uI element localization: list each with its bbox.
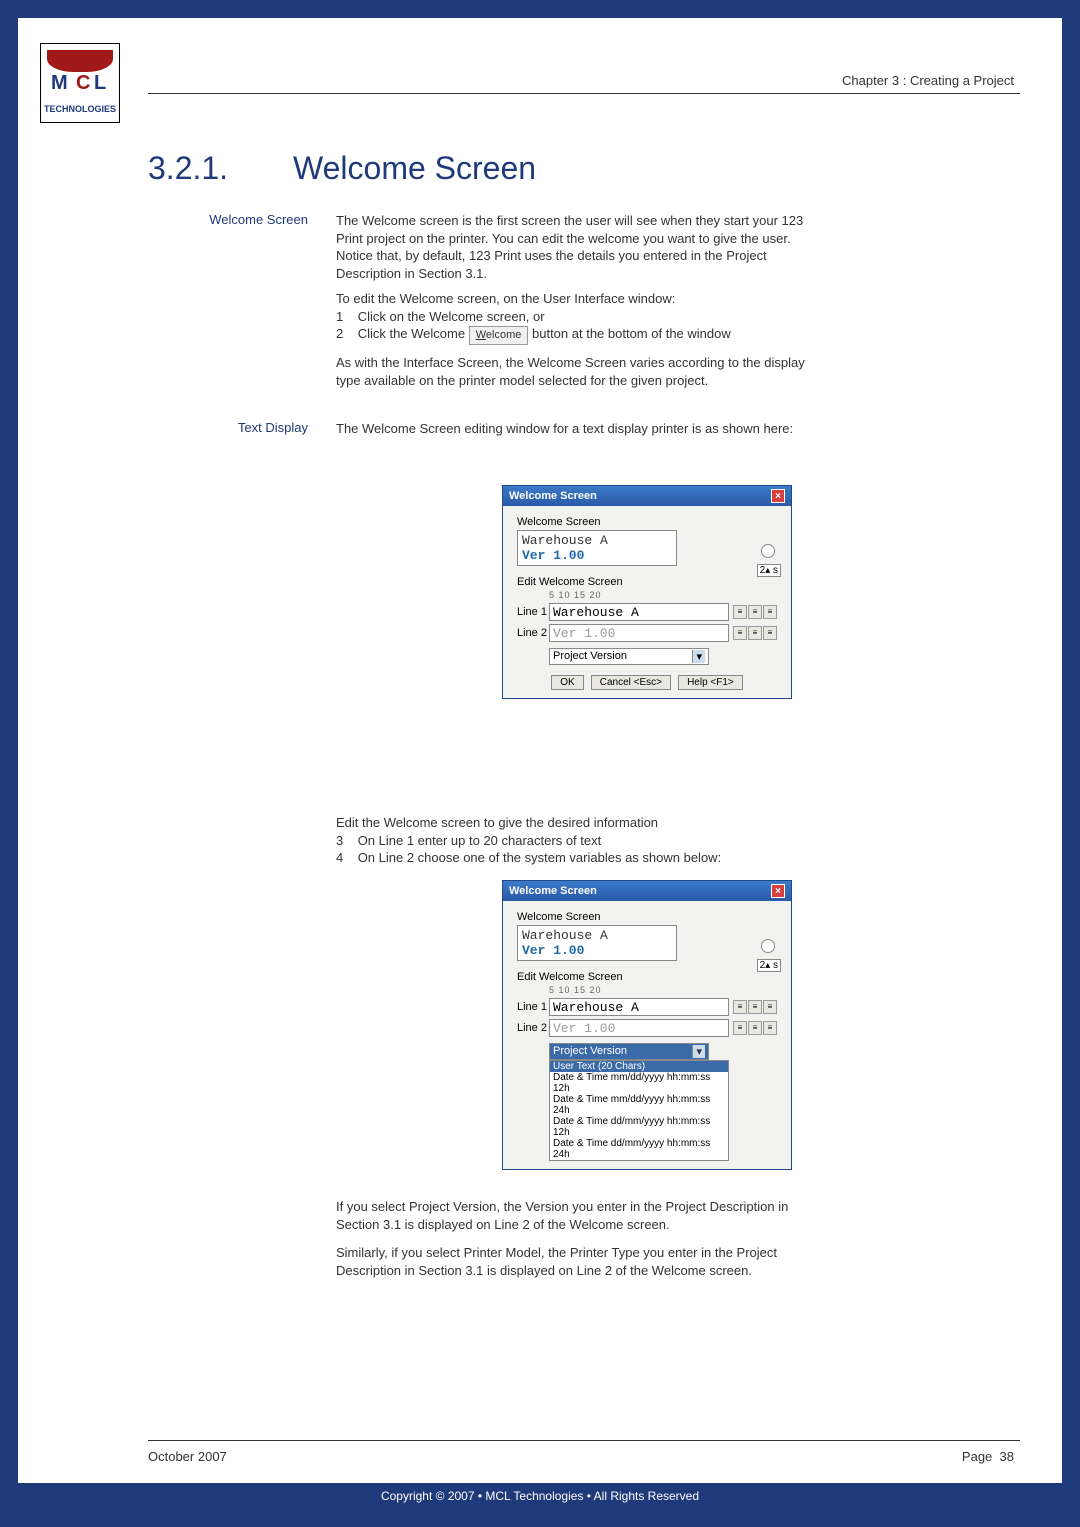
align-center-icon[interactable]: ≡ (748, 1000, 762, 1014)
welcome-screen-dialog-2: Welcome Screen × Welcome Screen Warehous… (502, 880, 792, 1170)
p2-text: To edit the Welcome screen, on the User … (336, 291, 675, 306)
list-item-2b: button at the bottom of the window (532, 326, 731, 341)
dialog2-ruler: 5 10 15 20 (549, 985, 777, 995)
paragraph-edit-instructions: To edit the Welcome screen, on the User … (336, 290, 816, 345)
close-icon[interactable]: × (771, 489, 785, 503)
sidebar-text-display: Text Display (158, 420, 308, 435)
dialog2-preview-line1: Warehouse A (522, 928, 672, 943)
list-item-2a: Click the Welcome (358, 326, 465, 341)
dialog2-preview: Warehouse A Ver 1.00 (517, 925, 677, 961)
dialog1-line1-input[interactable]: Warehouse A (549, 603, 729, 621)
logo-letter-l: L (94, 72, 106, 95)
list-num-4: 4 (336, 850, 343, 865)
close-icon[interactable]: × (771, 884, 785, 898)
document-page: M C L TECHNOLOGIES Chapter 3 : Creating … (18, 18, 1062, 1509)
chapter-label: Chapter 3 : Creating a Project (842, 73, 1014, 88)
align-right-icon[interactable]: ≡ (763, 626, 777, 640)
paragraph-intro: The Welcome screen is the first screen t… (336, 212, 816, 282)
dialog1-line2-input[interactable]: Ver 1.00 (549, 624, 729, 642)
dialog1-preview-line1: Warehouse A (522, 533, 672, 548)
section-number: 3.2.1. (148, 150, 228, 187)
dropdown-option[interactable]: Date & Time mm/dd/yyyy hh:mm:ss 12h (550, 1072, 728, 1094)
logo-wave (47, 50, 113, 72)
list-num-2: 2 (336, 326, 343, 341)
dialog1-title-text: Welcome Screen (509, 490, 597, 502)
copyright-bar: Copyright © 2007 • MCL Technologies • Al… (18, 1483, 1062, 1509)
dialog2-titlebar: Welcome Screen × (503, 881, 791, 901)
dialog2-preview-line2: Ver 1.00 (522, 943, 672, 958)
dialog2-variable-dropdown[interactable]: Project Version ▾ (549, 1043, 709, 1060)
chevron-down-icon: ▾ (692, 650, 705, 663)
help-button[interactable]: Help <F1> (678, 675, 743, 690)
dialog2-dropdown-list[interactable]: User Text (20 Chars) Date & Time mm/dd/y… (549, 1060, 729, 1161)
dialog1-duration-spinner[interactable]: 2▴ s (757, 564, 781, 577)
list-num-3: 3 (336, 833, 343, 848)
paragraph-printer-model: Similarly, if you select Printer Model, … (336, 1244, 816, 1279)
dialog1-preview-line2: Ver 1.00 (522, 548, 672, 563)
dialog1-line1-label: Line 1 (517, 606, 549, 618)
clock-icon (761, 544, 775, 558)
welcome-button-inline: Welcome (469, 326, 529, 345)
align-right-icon[interactable]: ≡ (763, 605, 777, 619)
dialog2-line2-input[interactable]: Ver 1.00 (549, 1019, 729, 1037)
paragraph-varies: As with the Interface Screen, the Welcom… (336, 354, 816, 389)
logo-letter-m: M (51, 72, 68, 95)
dialog1-preview: Warehouse A Ver 1.00 (517, 530, 677, 566)
dialog2-dropdown-value: Project Version (553, 1045, 627, 1058)
dialog2-line1-input[interactable]: Warehouse A (549, 998, 729, 1016)
paragraph-project-version: If you select Project Version, the Versi… (336, 1198, 816, 1233)
dropdown-option[interactable]: Date & Time mm/dd/yyyy hh:mm:ss 24h (550, 1094, 728, 1116)
dialog1-line2-label: Line 2 (517, 627, 549, 639)
header-rule (148, 93, 1020, 94)
dialog1-titlebar: Welcome Screen × (503, 486, 791, 506)
dropdown-option[interactable]: Date & Time dd/mm/yyyy hh:mm:ss 24h (550, 1138, 728, 1160)
dialog1-edit-label: Edit Welcome Screen (517, 576, 777, 588)
chevron-down-icon: ▾ (692, 1045, 705, 1058)
footer-date: October 2007 (148, 1449, 227, 1464)
dialog2-duration-spinner[interactable]: 2▴ s (757, 959, 781, 972)
dialog1-preview-label: Welcome Screen (517, 516, 777, 528)
dropdown-option[interactable]: User Text (20 Chars) (550, 1061, 728, 1072)
dialog2-preview-label: Welcome Screen (517, 911, 777, 923)
list-item-4: On Line 2 choose one of the system varia… (358, 850, 722, 865)
align-left-icon[interactable]: ≡ (733, 1000, 747, 1014)
align-right-icon[interactable]: ≡ (763, 1000, 777, 1014)
clock-icon (761, 939, 775, 953)
sidebar-welcome-screen: Welcome Screen (158, 212, 308, 227)
list-item-3: On Line 1 enter up to 20 characters of t… (358, 833, 602, 848)
align-center-icon[interactable]: ≡ (748, 1021, 762, 1035)
welcome-btn-rest: elcome (486, 329, 521, 341)
logo-subtext: TECHNOLOGIES (41, 104, 119, 114)
logo-letter-c: C (76, 72, 90, 95)
dialog1-ruler: 5 10 15 20 (549, 590, 777, 600)
mcl-logo: M C L TECHNOLOGIES (40, 43, 120, 123)
cancel-button[interactable]: Cancel <Esc> (591, 675, 671, 690)
align-left-icon[interactable]: ≡ (733, 605, 747, 619)
dialog1-variable-dropdown[interactable]: Project Version ▾ (549, 648, 709, 665)
dialog2-line1-label: Line 1 (517, 1001, 549, 1013)
footer-page: Page 38 (962, 1449, 1014, 1464)
sidebar-url: www.mcl-collection.com (1072, 888, 1080, 1181)
align-right-icon[interactable]: ≡ (763, 1021, 777, 1035)
footer-rule (148, 1440, 1020, 1441)
align-left-icon[interactable]: ≡ (733, 1021, 747, 1035)
paragraph-text-display: The Welcome Screen editing window for a … (336, 420, 816, 438)
section-title: Welcome Screen (293, 150, 536, 187)
dialog2-edit-label: Edit Welcome Screen (517, 971, 777, 983)
ok-button[interactable]: OK (551, 675, 583, 690)
list-item-1: Click on the Welcome screen, or (358, 309, 545, 324)
dialog2-title-text: Welcome Screen (509, 885, 597, 897)
align-center-icon[interactable]: ≡ (748, 626, 762, 640)
list-num-1: 1 (336, 309, 343, 324)
welcome-screen-dialog-1: Welcome Screen × Welcome Screen Warehous… (502, 485, 792, 699)
align-center-icon[interactable]: ≡ (748, 605, 762, 619)
dialog2-line2-label: Line 2 (517, 1022, 549, 1034)
align-left-icon[interactable]: ≡ (733, 626, 747, 640)
dialog1-dropdown-value: Project Version (553, 650, 627, 663)
p5-text: Edit the Welcome screen to give the desi… (336, 815, 658, 830)
paragraph-edit-info: Edit the Welcome screen to give the desi… (336, 814, 816, 867)
dropdown-option[interactable]: Date & Time dd/mm/yyyy hh:mm:ss 12h (550, 1116, 728, 1138)
